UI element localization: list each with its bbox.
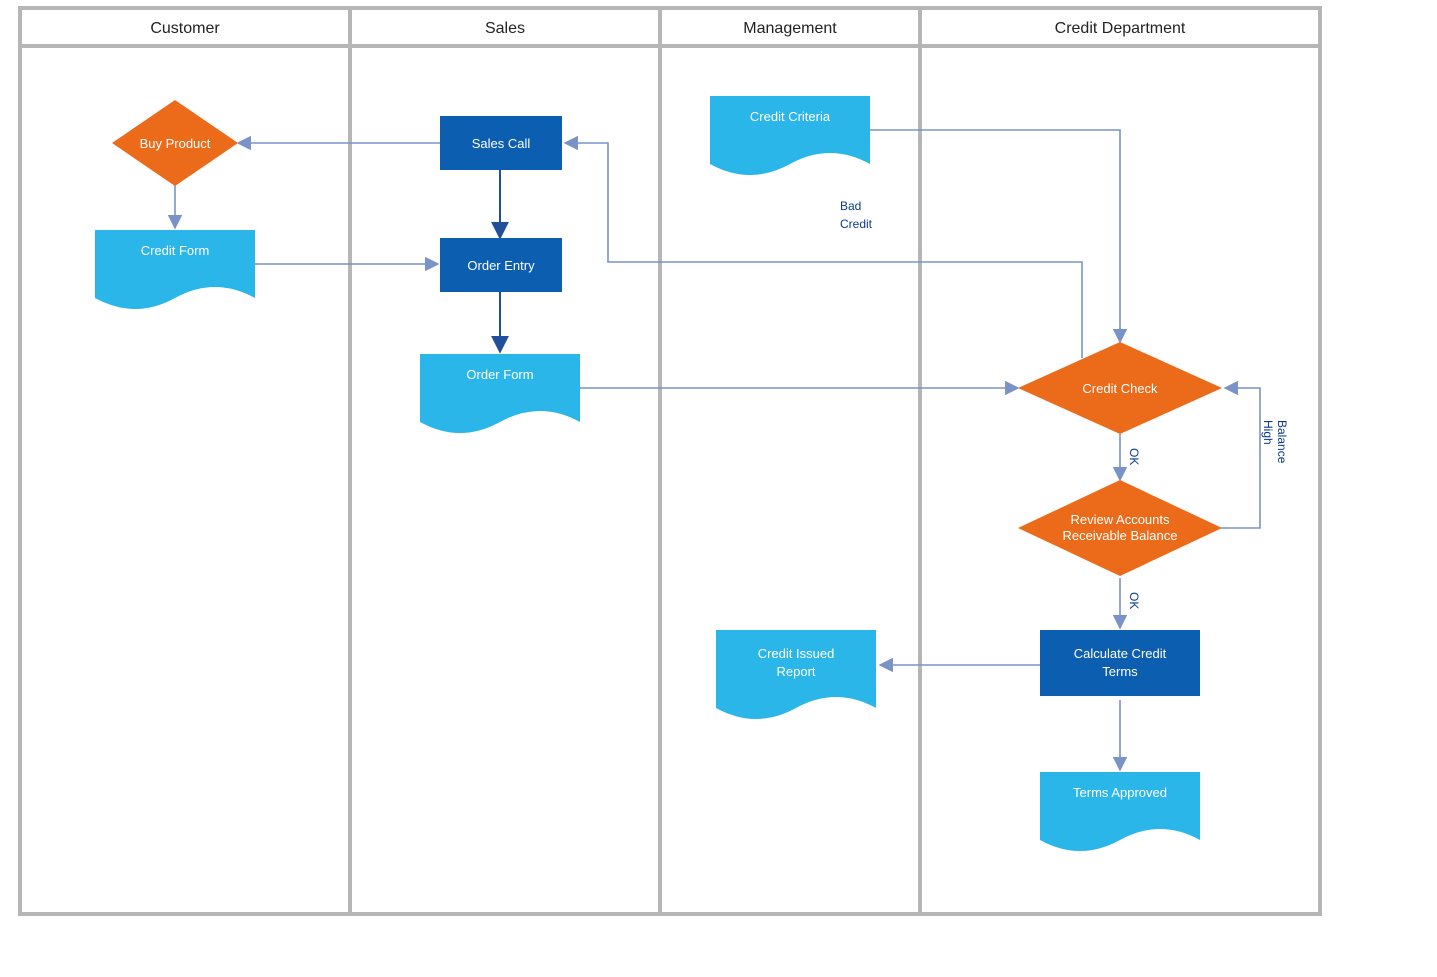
lane-header-management: Management bbox=[743, 20, 837, 37]
node-sales-call: Sales Call bbox=[440, 116, 562, 170]
label-credit-form: Credit Form bbox=[141, 243, 210, 258]
label-order-entry: Order Entry bbox=[467, 258, 535, 273]
label-credit-check: Credit Check bbox=[1082, 381, 1158, 396]
label-credit-issued-1: Credit Issued bbox=[758, 646, 835, 661]
label-sales-call: Sales Call bbox=[472, 136, 531, 151]
lane-header-customer: Customer bbox=[150, 20, 220, 37]
label-ok-2: OK bbox=[1127, 592, 1141, 609]
node-calculate-terms: Calculate Credit Terms bbox=[1040, 630, 1200, 696]
label-calculate-terms-2: Terms bbox=[1102, 664, 1138, 679]
label-high-balance-1: High bbox=[1261, 420, 1275, 445]
label-high-balance-2: Balance bbox=[1275, 420, 1289, 464]
label-terms-approved: Terms Approved bbox=[1073, 785, 1167, 800]
node-order-entry: Order Entry bbox=[440, 238, 562, 292]
swimlane-flowchart: Customer Sales Management Credit Departm… bbox=[0, 0, 1437, 977]
label-review-accounts-1: Review Accounts bbox=[1071, 512, 1170, 527]
lane-header-credit: Credit Department bbox=[1055, 20, 1186, 37]
label-bad-credit-2: Credit bbox=[840, 217, 873, 231]
label-order-form: Order Form bbox=[466, 367, 533, 382]
label-calculate-terms-1: Calculate Credit bbox=[1074, 646, 1167, 661]
label-review-accounts-2: Receivable Balance bbox=[1063, 528, 1178, 543]
label-credit-criteria: Credit Criteria bbox=[750, 109, 831, 124]
label-credit-issued-2: Report bbox=[776, 664, 815, 679]
label-buy-product: Buy Product bbox=[140, 136, 211, 151]
label-bad-credit-1: Bad bbox=[840, 199, 861, 213]
lane-header-sales: Sales bbox=[485, 20, 525, 37]
label-ok-1: OK bbox=[1127, 448, 1141, 465]
